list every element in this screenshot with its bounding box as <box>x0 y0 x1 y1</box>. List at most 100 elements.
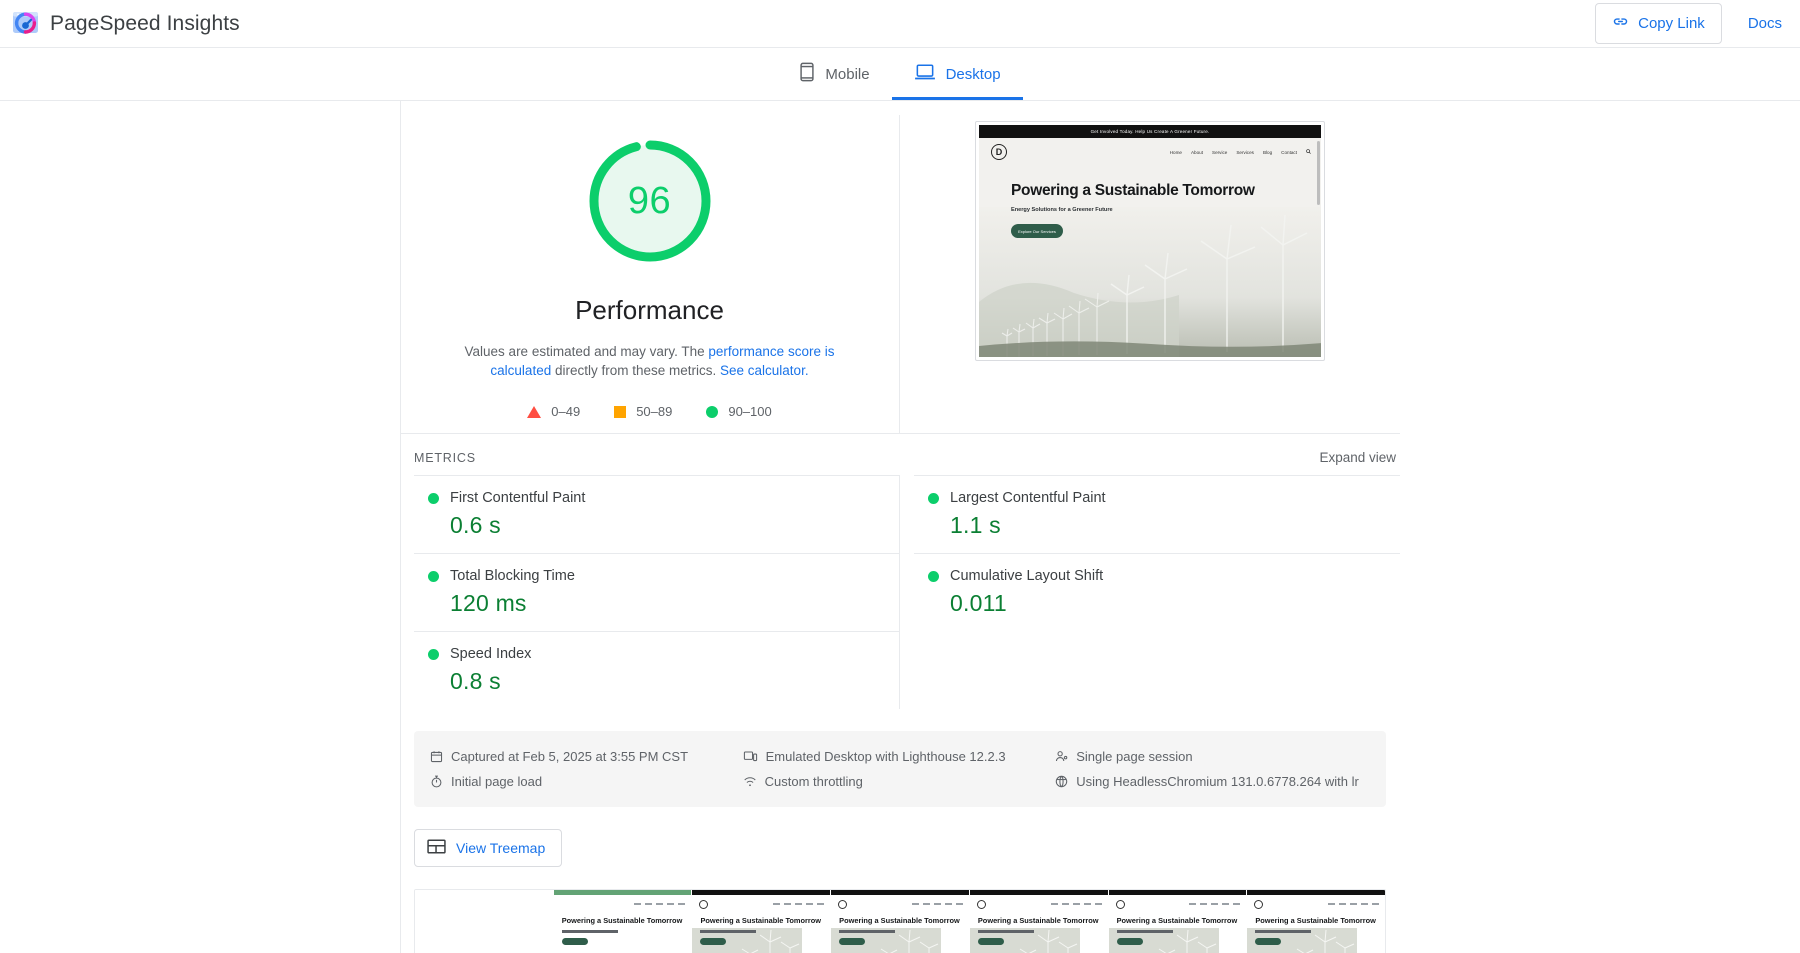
frame-headline: Powering a Sustainable Tomorrow <box>1109 909 1247 925</box>
metric-label: Largest Contentful Paint <box>950 490 1106 506</box>
env-label: Custom throttling <box>765 774 863 789</box>
performance-category-label: Performance <box>575 295 724 326</box>
frame-logo <box>838 900 847 909</box>
frame-logo <box>1116 900 1125 909</box>
metric-total-blocking-time[interactable]: Total Blocking Time 120 ms <box>414 553 899 631</box>
site-announcement-bar: Get Involved Today. Help Us Create A Gre… <box>979 125 1321 138</box>
legend-item-pass: 90–100 <box>706 404 771 419</box>
tab-mobile-label: Mobile <box>825 66 869 83</box>
tab-desktop[interactable]: Desktop <box>892 48 1023 100</box>
filmstrip-frame[interactable] <box>415 890 554 953</box>
env-session-type: Single page session <box>1055 744 1368 769</box>
frame-nav <box>692 895 830 909</box>
frame-subline <box>1117 930 1173 933</box>
mobile-phone-icon <box>799 62 815 86</box>
site-subheadline: Energy Solutions for a Greener Future <box>1011 207 1321 213</box>
filmstrip-frame[interactable]: Powering a Sustainable Tomorrow <box>970 890 1109 953</box>
metric-cumulative-layout-shift[interactable]: Cumulative Layout Shift 0.011 <box>914 553 1400 631</box>
site-nav-item-blog: Blog <box>1263 150 1272 155</box>
form-factor-tabs: Mobile Desktop <box>0 48 1800 101</box>
frame-logo <box>699 900 708 909</box>
metric-label: Total Blocking Time <box>450 568 575 584</box>
metric-largest-contentful-paint[interactable]: Largest Contentful Paint 1.1 s <box>914 475 1400 553</box>
metric-header: Cumulative Layout Shift <box>928 568 1400 584</box>
frame-nav-items <box>1189 903 1240 905</box>
site-cta-button: Explore Our Services <box>1011 224 1063 238</box>
filmstrip-frame[interactable]: Powering a Sustainable Tomorrow <box>554 890 693 953</box>
site-logo: D <box>991 144 1007 160</box>
status-dot-icon <box>928 493 939 504</box>
filmstrip-frame[interactable]: Powering a Sustainable Tomorrow <box>1109 890 1248 953</box>
status-dot-icon <box>428 571 439 582</box>
expand-view-toggle[interactable]: Expand view <box>1319 450 1400 465</box>
frame-nav-items <box>634 903 685 905</box>
status-dot-icon <box>428 649 439 660</box>
env-page-load-type: Initial page load <box>430 769 743 794</box>
frame-headline: Powering a Sustainable Tomorrow <box>692 909 830 925</box>
filmstrip-frame[interactable]: Powering a Sustainable Tomorrow <box>1247 890 1385 953</box>
app-header: PageSpeed Insights Copy Link Docs <box>0 0 1800 48</box>
final-screenshot[interactable]: Get Involved Today. Help Us Create A Gre… <box>975 121 1325 361</box>
view-treemap-button[interactable]: View Treemap <box>414 829 562 867</box>
treemap-icon <box>427 839 446 857</box>
filmstrip-frame[interactable]: Powering a Sustainable Tomorrow <box>831 890 970 953</box>
chromium-icon <box>1055 775 1068 788</box>
frame-nav <box>970 895 1108 909</box>
tab-mobile[interactable]: Mobile <box>777 48 891 100</box>
legend-item-average: 50–89 <box>614 404 672 419</box>
frame-headline: Powering a Sustainable Tomorrow <box>554 909 692 925</box>
stopwatch-icon <box>430 775 443 788</box>
report-container: 96 Performance Values are estimated and … <box>400 101 1400 953</box>
docs-link[interactable]: Docs <box>1748 15 1782 32</box>
score-legend: 0–49 50–89 90–100 <box>527 404 771 419</box>
screenshot-filmstrip: Powering a Sustainable Tomorrow <box>414 889 1386 953</box>
magnifier-icon <box>1306 149 1311 155</box>
metrics-column-left: First Contentful Paint 0.6 s Total Block… <box>400 475 900 709</box>
frame-nav <box>1247 895 1385 909</box>
metric-header: Total Blocking Time <box>428 568 899 584</box>
frame-subline <box>700 930 756 933</box>
frame-logo <box>1254 900 1263 909</box>
metric-label: Cumulative Layout Shift <box>950 568 1103 584</box>
metric-header: Speed Index <box>428 646 899 662</box>
calendar-icon <box>430 750 443 763</box>
frame-headline: Powering a Sustainable Tomorrow <box>1247 909 1385 925</box>
metric-header: Largest Contentful Paint <box>928 490 1400 506</box>
score-and-screenshot-section: 96 Performance Values are estimated and … <box>400 101 1400 433</box>
env-label: Emulated Desktop with Lighthouse 12.2.3 <box>766 749 1006 764</box>
metrics-title: METRICS <box>414 451 476 465</box>
metric-first-contentful-paint[interactable]: First Contentful Paint 0.6 s <box>414 475 899 553</box>
metric-value: 0.011 <box>950 590 1400 617</box>
metric-speed-index[interactable]: Speed Index 0.8 s <box>414 631 899 709</box>
performance-gauge-column: 96 Performance Values are estimated and … <box>400 115 900 433</box>
metrics-column-right: Largest Contentful Paint 1.1 s Cumulativ… <box>900 475 1400 709</box>
frame-cta <box>1117 938 1143 945</box>
site-nav-item-contact: Contact <box>1281 150 1297 155</box>
performance-gauge[interactable]: 96 <box>582 133 718 269</box>
env-user-agent: Using HeadlessChromium 131.0.6778.264 wi… <box>1055 769 1368 794</box>
frame-nav <box>831 895 969 909</box>
frame-cta <box>839 938 865 945</box>
square-icon <box>614 406 626 418</box>
page-body: 96 Performance Values are estimated and … <box>0 101 1800 953</box>
frame-headline: Powering a Sustainable Tomorrow <box>970 909 1108 925</box>
site-nav-item-about: About <box>1191 150 1203 155</box>
site-nav: D Home About Service Services Blog Conta… <box>979 138 1321 160</box>
report-left-divider <box>400 101 401 953</box>
frame-cta <box>1255 938 1281 945</box>
frame-headline: Powering a Sustainable Tomorrow <box>831 909 969 925</box>
score-disclaimer-prefix: Values are estimated and may vary. The <box>465 344 709 359</box>
pagespeed-gauge-logo-icon <box>12 10 39 37</box>
filmstrip-frame[interactable]: Powering a Sustainable Tomorrow <box>692 890 831 953</box>
network-throttle-icon <box>743 775 757 788</box>
env-throttling: Custom throttling <box>743 769 1056 794</box>
site-headline: Powering a Sustainable Tomorrow <box>1011 182 1321 199</box>
app-title: PageSpeed Insights <box>50 12 240 36</box>
metric-label: First Contentful Paint <box>450 490 585 506</box>
frame-cta <box>700 938 726 945</box>
metric-value: 120 ms <box>450 590 899 617</box>
see-calculator-link[interactable]: See calculator. <box>720 363 809 378</box>
screenshot-scrollbar <box>1317 141 1320 205</box>
copy-link-button[interactable]: Copy Link <box>1595 3 1722 44</box>
metric-value: 0.8 s <box>450 668 899 695</box>
